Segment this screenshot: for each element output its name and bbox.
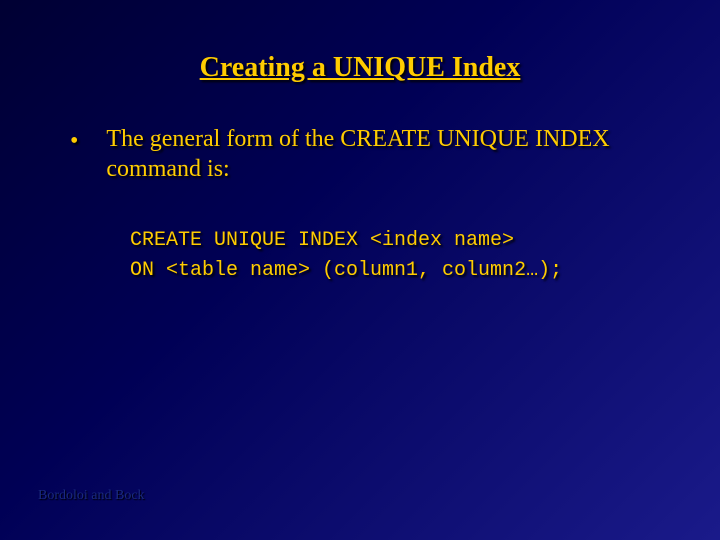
- code-line-1: CREATE UNIQUE INDEX <index name>: [130, 229, 514, 252]
- bullet-mark: •: [70, 124, 106, 156]
- footer-credit: Bordoloi and Bock: [38, 488, 145, 504]
- slide-title: Creating a UNIQUE Index: [0, 0, 720, 84]
- bullet-item: • The general form of the CREATE UNIQUE …: [70, 124, 660, 184]
- slide-body: • The general form of the CREATE UNIQUE …: [0, 124, 720, 184]
- code-block: CREATE UNIQUE INDEX <index name> ON <tab…: [0, 226, 720, 286]
- bullet-text: The general form of the CREATE UNIQUE IN…: [106, 124, 660, 184]
- slide: { "title": "Creating a UNIQUE Index", "b…: [0, 0, 720, 540]
- code-line-2: ON <table name> (column1, column2…);: [130, 259, 562, 282]
